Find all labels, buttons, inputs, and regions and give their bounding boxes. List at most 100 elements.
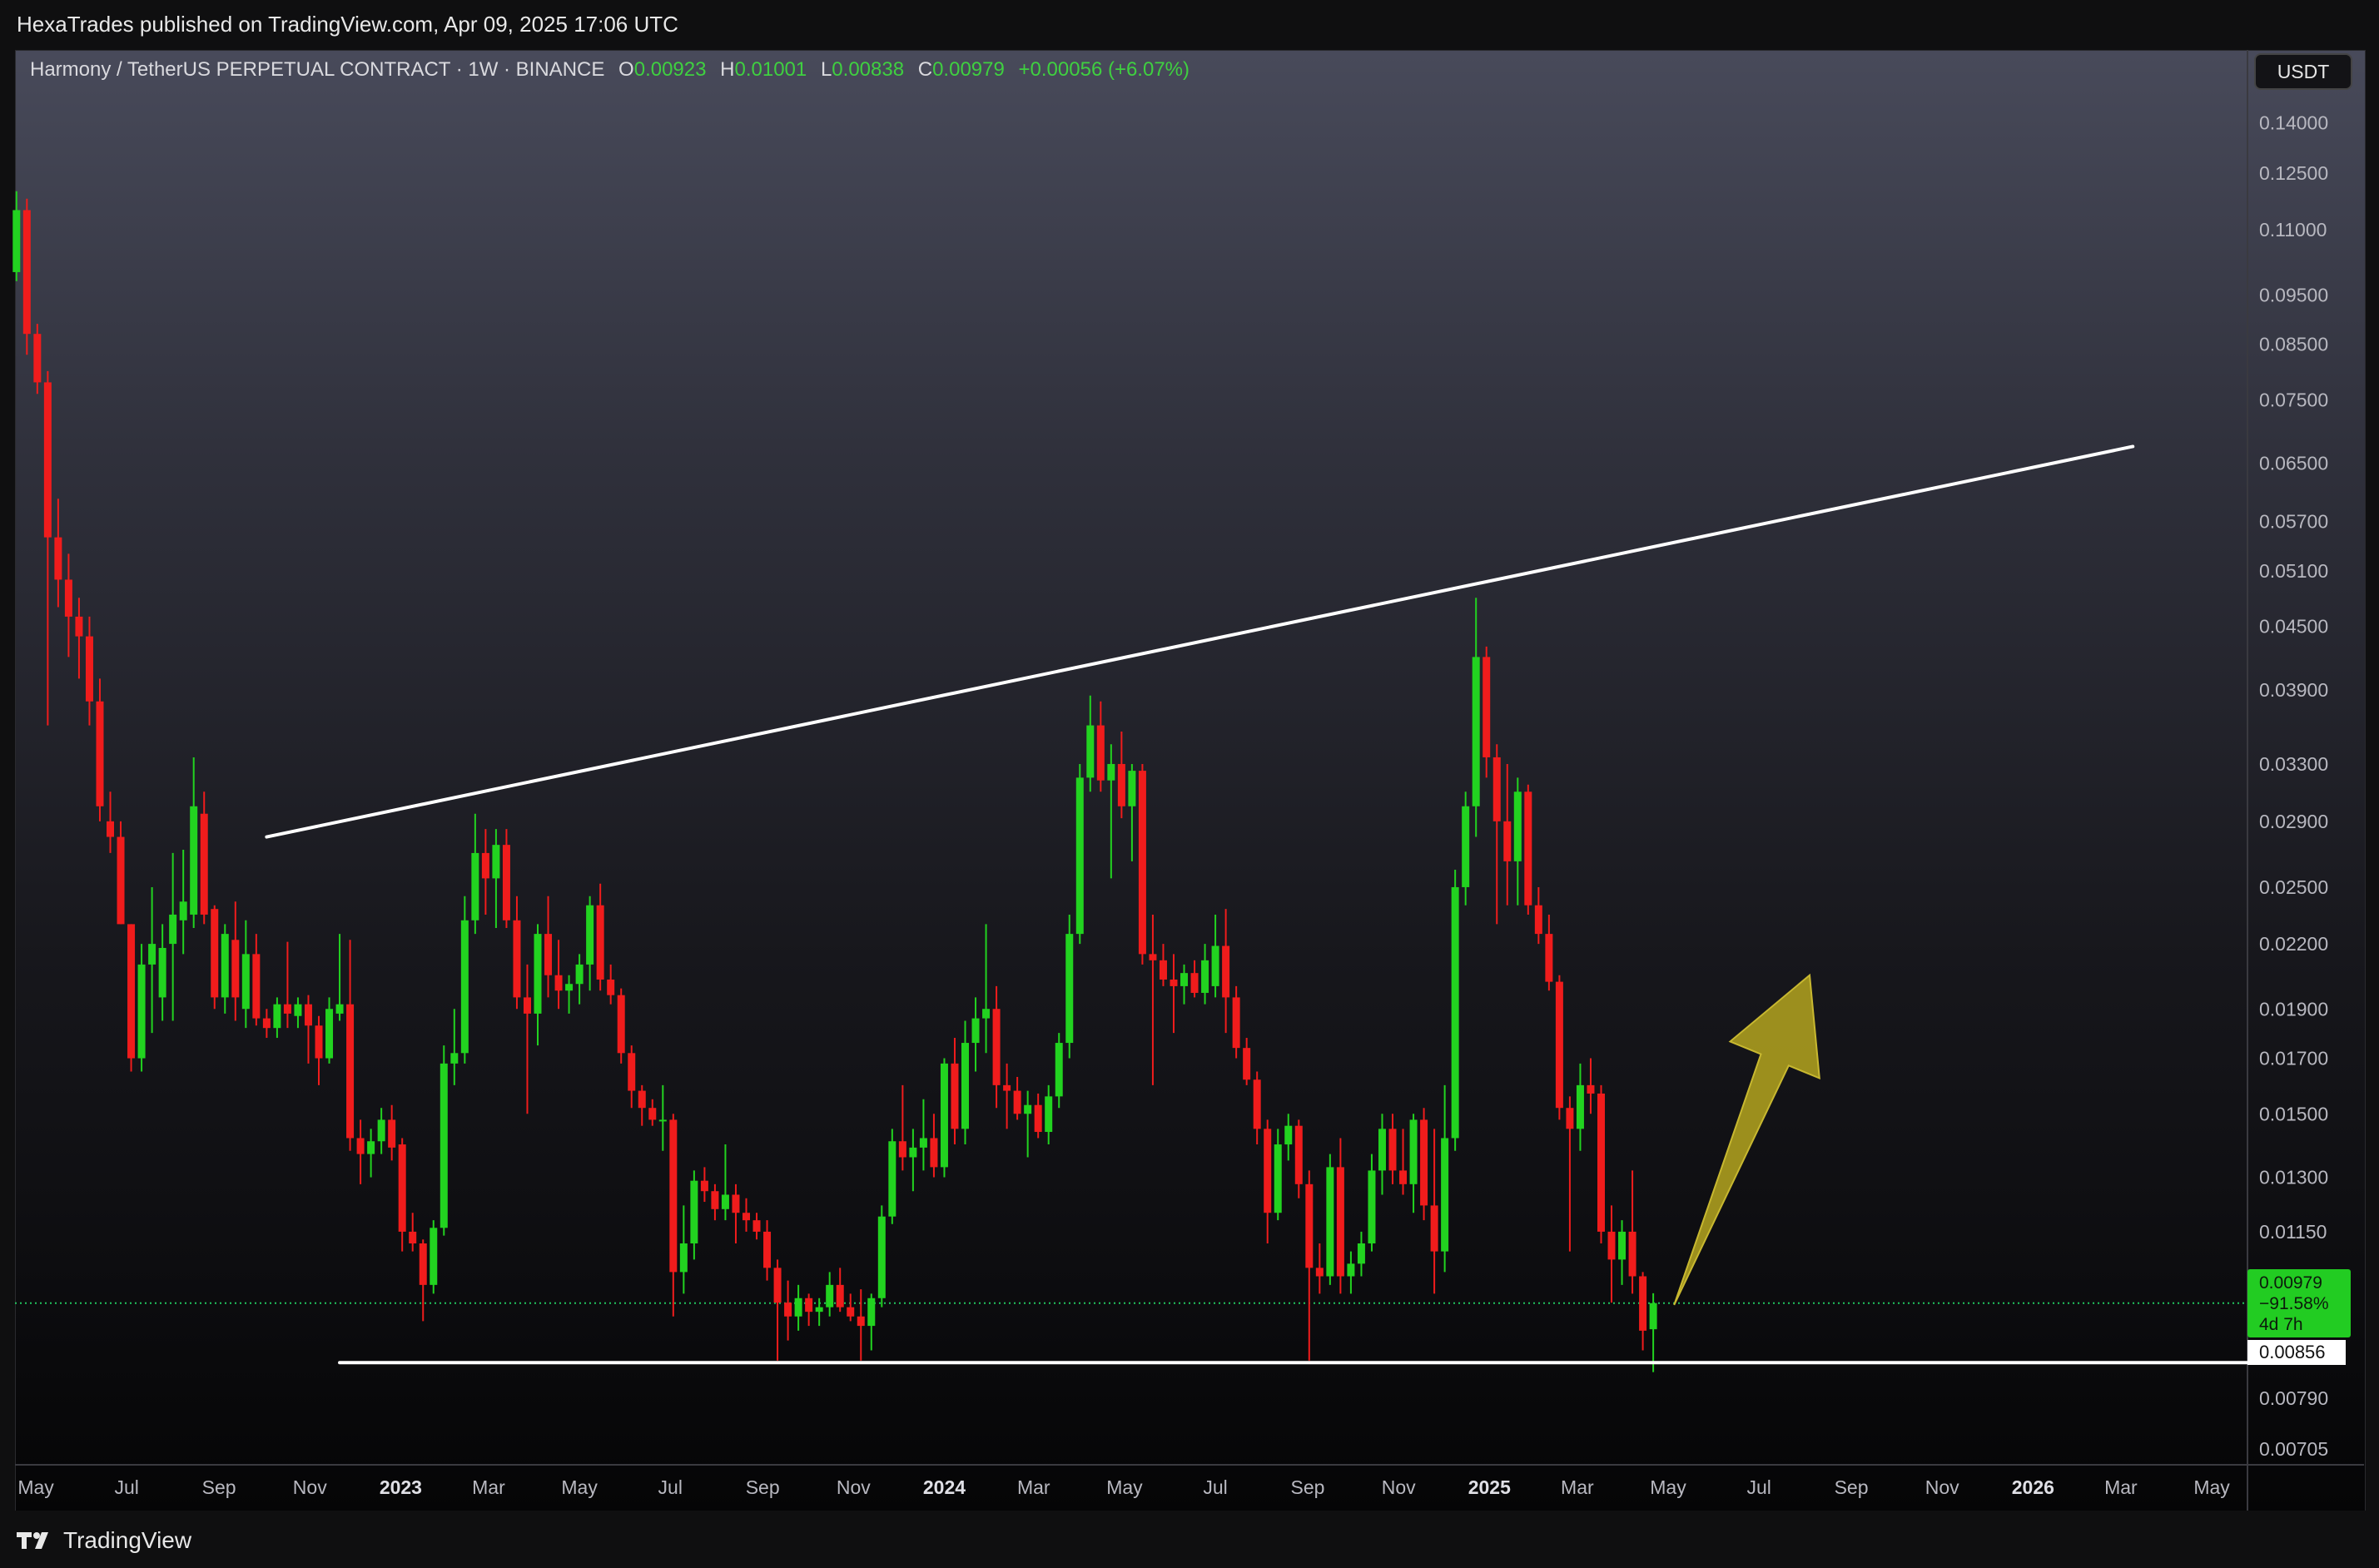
candle-body [158, 947, 166, 998]
candle-body [1347, 1263, 1355, 1277]
up-arrow-annotation[interactable] [1673, 973, 1820, 1306]
candle-body [1159, 960, 1167, 980]
candle-body [1128, 771, 1136, 806]
time-tick-label: May [561, 1476, 598, 1498]
candle-body [315, 1025, 323, 1059]
candle-body [1045, 1096, 1053, 1133]
candle-body [409, 1231, 417, 1243]
time-tick-label: Nov [293, 1476, 327, 1498]
candle-body [335, 1004, 344, 1014]
candle-body [544, 934, 553, 975]
candle-body [190, 806, 198, 915]
candlestick-chart[interactable]: 0.14000 0.12500 0.11000 0.09500 0.08500 0.075… [0, 0, 2379, 1568]
price-tick-label: 0.12500 [2259, 162, 2328, 184]
candle-body [241, 954, 250, 1010]
candle-body [1555, 981, 1563, 1109]
candle-body [826, 1284, 834, 1307]
candle-body [658, 1119, 667, 1122]
candle-body [888, 1141, 896, 1217]
candle-body [1201, 960, 1209, 993]
candle-body [1607, 1231, 1616, 1260]
currency-selector[interactable]: USDT [2254, 53, 2352, 90]
price-tick-label: 0.02200 [2259, 933, 2328, 955]
candle-body [1524, 791, 1532, 906]
candle-body [1284, 1125, 1293, 1145]
open-value: 0.00923 [633, 58, 707, 81]
candle-body [1388, 1129, 1397, 1171]
price-tick-label: 0.03900 [2259, 679, 2328, 701]
candle-body [85, 636, 93, 702]
candle-body [1451, 886, 1459, 1139]
candle-body [398, 1144, 406, 1232]
candle-body [64, 579, 72, 617]
candle-body [1055, 1043, 1063, 1097]
candle-body [857, 1316, 865, 1327]
candle-body [565, 984, 574, 991]
candle-body [1326, 1167, 1334, 1277]
candle-body [575, 964, 584, 985]
price-tick-label: 0.09500 [2259, 284, 2328, 305]
candle-body [502, 845, 510, 920]
price-tick-label: 0.07500 [2259, 389, 2328, 410]
candle-body [1190, 973, 1199, 993]
candle-body [273, 1004, 281, 1029]
candle-body [763, 1231, 772, 1268]
candle-body [179, 901, 187, 920]
high-value: 0.01001 [734, 58, 807, 81]
candle-body [638, 1090, 646, 1109]
change-value: +0.00056 (+6.07%) [1018, 58, 1190, 81]
price-change-pct: −91.58% [2259, 1294, 2329, 1313]
candle-body [1232, 997, 1240, 1049]
footer-bar [0, 1511, 2379, 1568]
price-tick-label: 0.01900 [2259, 998, 2328, 1020]
candle-body [554, 975, 563, 991]
time-tick-label: May [17, 1476, 54, 1498]
candle-body [1566, 1108, 1574, 1129]
candle-body [784, 1303, 792, 1317]
support-price-badge: 0.00856 [2247, 1340, 2346, 1365]
candle-body [211, 909, 219, 998]
candle-body [294, 1004, 302, 1016]
candle-body [127, 924, 136, 1059]
candle-body [1462, 806, 1470, 887]
candle-body [450, 1053, 459, 1064]
candle-body [304, 1004, 312, 1026]
candle-body [679, 1243, 688, 1273]
candle-body [1628, 1231, 1636, 1277]
candle-body [169, 914, 177, 945]
candle-body [1430, 1205, 1438, 1252]
time-tick-label: Jul [658, 1476, 683, 1498]
candle-body [283, 1004, 291, 1014]
candle-body [471, 852, 479, 920]
tradingview-logo[interactable]: TradingView [17, 1526, 191, 1555]
candle-body [867, 1298, 876, 1327]
candle-body [367, 1141, 375, 1154]
candle-body [460, 920, 469, 1054]
candle-body [107, 821, 115, 837]
candle-body [596, 905, 604, 980]
candle-body [794, 1298, 802, 1317]
candle-body [982, 1009, 991, 1019]
candle-body [773, 1268, 782, 1303]
time-tick-label: Sep [746, 1476, 780, 1498]
candle-body [1149, 954, 1157, 960]
candle-body [1409, 1119, 1418, 1184]
candle-body [919, 1138, 927, 1148]
candle-body [1024, 1104, 1032, 1114]
candle-body [628, 1053, 636, 1091]
time-tick-label: Jul [1203, 1476, 1227, 1498]
price-tick-label: 0.05700 [2259, 511, 2328, 533]
candle-body [1483, 657, 1491, 757]
resistance-trendline[interactable] [265, 444, 2135, 839]
candle-body [805, 1298, 813, 1312]
price-tick-label: 0.14000 [2259, 112, 2328, 134]
candle-body [1336, 1167, 1344, 1277]
time-tick-label: Sep [1835, 1476, 1869, 1498]
price-tick-label: 0.02900 [2259, 811, 2328, 832]
candle-body [732, 1194, 740, 1213]
candle-body [117, 836, 125, 925]
candle-body [1472, 657, 1480, 806]
candle-body [836, 1284, 844, 1307]
candle-body [1086, 725, 1095, 778]
bar-countdown: 4d 7h [2259, 1315, 2303, 1334]
